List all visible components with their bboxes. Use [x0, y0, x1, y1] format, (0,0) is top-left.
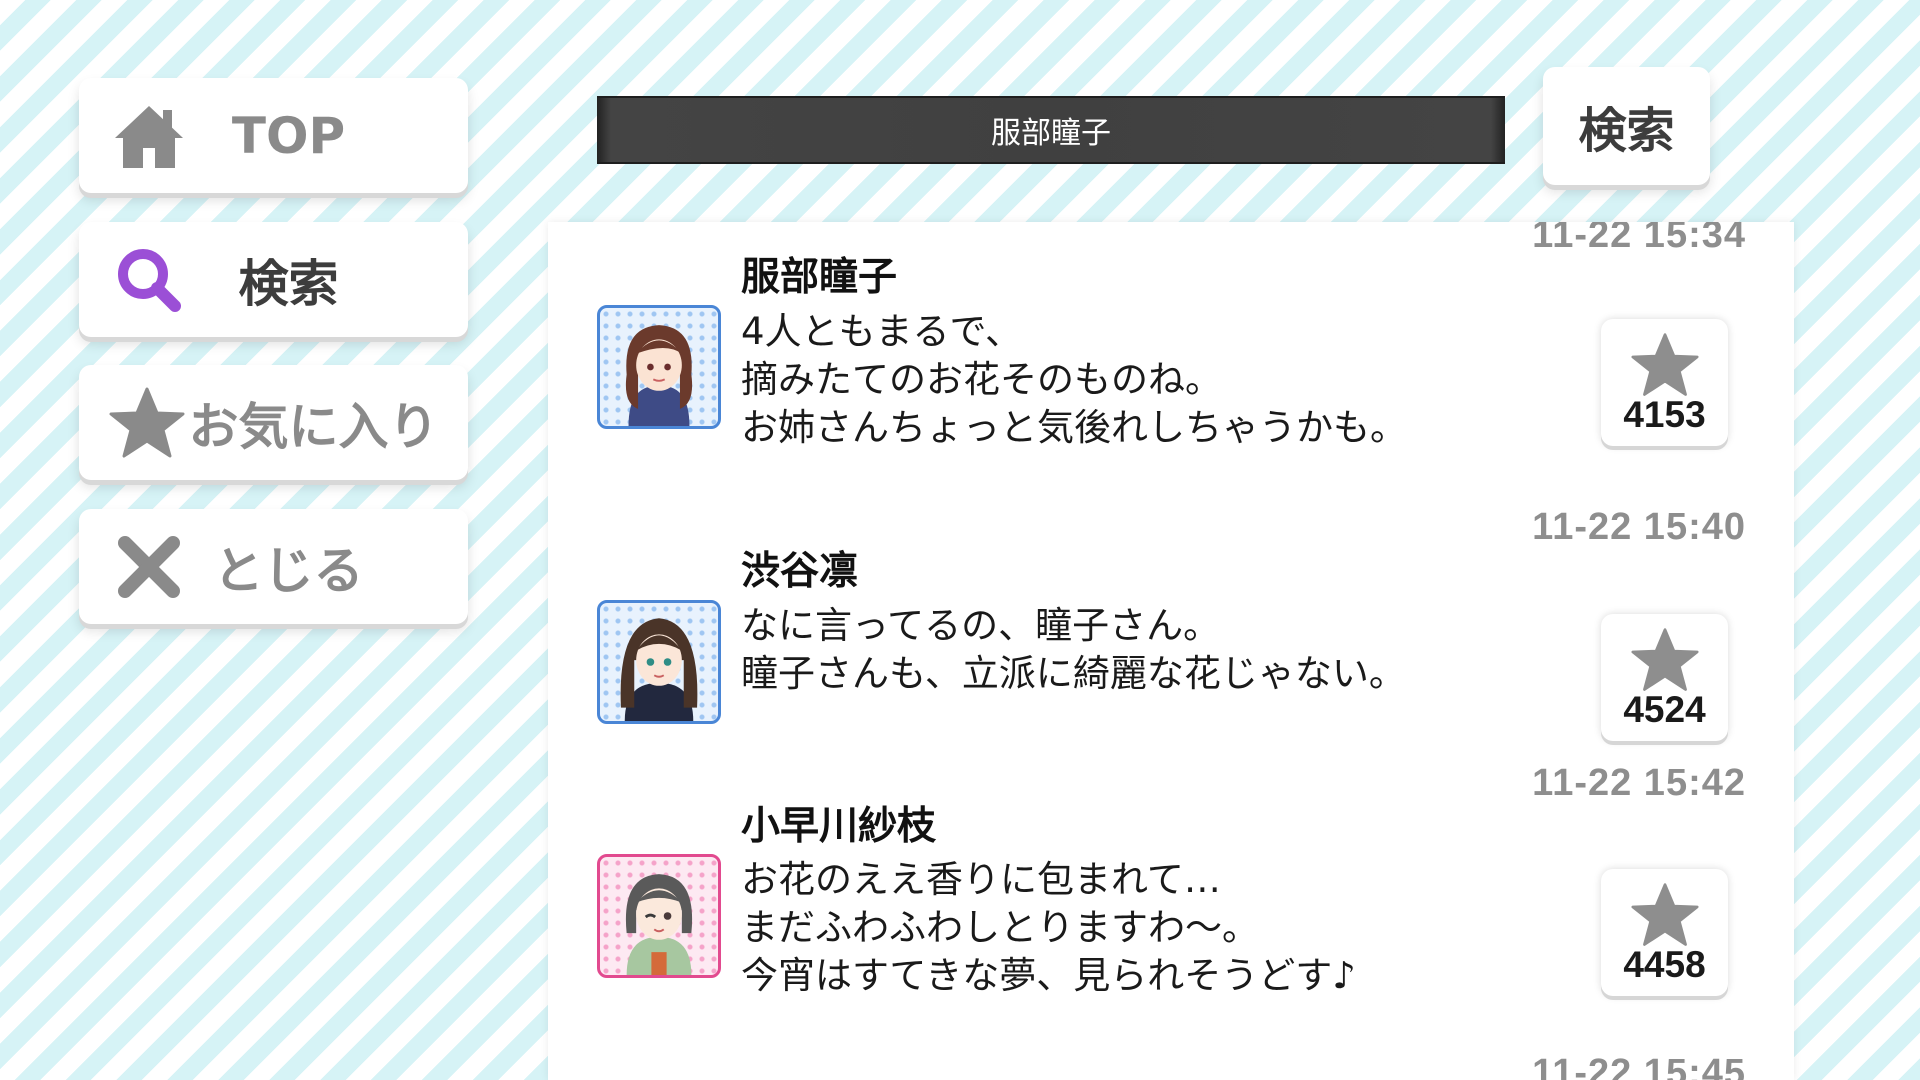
post-timestamp: 11-22 15:34: [1532, 222, 1746, 256]
post-author: 小早川紗枝: [741, 804, 937, 849]
avatar[interactable]: [597, 600, 721, 724]
search-nav-button[interactable]: 検索: [79, 222, 468, 337]
search-nav-label: 検索: [238, 254, 339, 313]
page-title: 服部瞳子: [991, 116, 1111, 151]
feed-panel[interactable]: 11-22 15:34 服部瞳子 4人ともまるで、 摘みたてのお花そのものね。 …: [548, 222, 1794, 1080]
post-text-line: 摘みたてのお花そのものね。: [741, 358, 1222, 401]
favorite-button[interactable]: 4153: [1601, 319, 1728, 446]
top-label: TOP: [231, 106, 346, 165]
favorite-count: 4153: [1623, 394, 1706, 435]
star-icon: [1631, 883, 1699, 946]
post-timestamp: 11-22 15:42: [1532, 762, 1746, 804]
star-icon: [1631, 333, 1699, 396]
avatar[interactable]: [597, 305, 721, 429]
post-text-line: お姉さんちょっと気後れしちゃうかも。: [741, 406, 1407, 449]
favorites-label: お気に入り: [188, 397, 439, 456]
post-timestamp: 11-22 15:45: [1532, 1052, 1746, 1080]
favorite-button[interactable]: 4458: [1601, 869, 1728, 996]
close-button[interactable]: とじる: [79, 509, 468, 624]
post-text-line: まだふわふわしとりますわ〜。: [741, 906, 1259, 949]
post-text-line: 瞳子さんも、立派に綺麗な花じゃない。: [741, 652, 1406, 695]
post-author: 服部瞳子: [741, 255, 898, 300]
post-text-line: 4人ともまるで、: [741, 310, 1023, 353]
post-text-line: 今宵はすてきな夢、見られそうどす♪: [741, 954, 1356, 997]
favorites-button[interactable]: お気に入り: [79, 365, 468, 480]
favorite-count: 4524: [1623, 689, 1706, 730]
star-icon: [1631, 628, 1699, 691]
top-button[interactable]: TOP: [79, 78, 468, 193]
favorite-count: 4458: [1623, 944, 1706, 985]
post-author: 渋谷凛: [741, 549, 859, 594]
favorite-button[interactable]: 4524: [1601, 614, 1728, 741]
search-button[interactable]: 検索: [1543, 67, 1710, 185]
close-label: とじる: [213, 541, 364, 600]
search-query-bar: 服部瞳子: [597, 96, 1505, 164]
avatar[interactable]: [597, 854, 721, 978]
post-timestamp: 11-22 15:40: [1532, 506, 1746, 548]
post-text-line: なに言ってるの、瞳子さん。: [741, 604, 1221, 647]
post-text-line: お花のええ香りに包まれて…: [741, 858, 1221, 901]
